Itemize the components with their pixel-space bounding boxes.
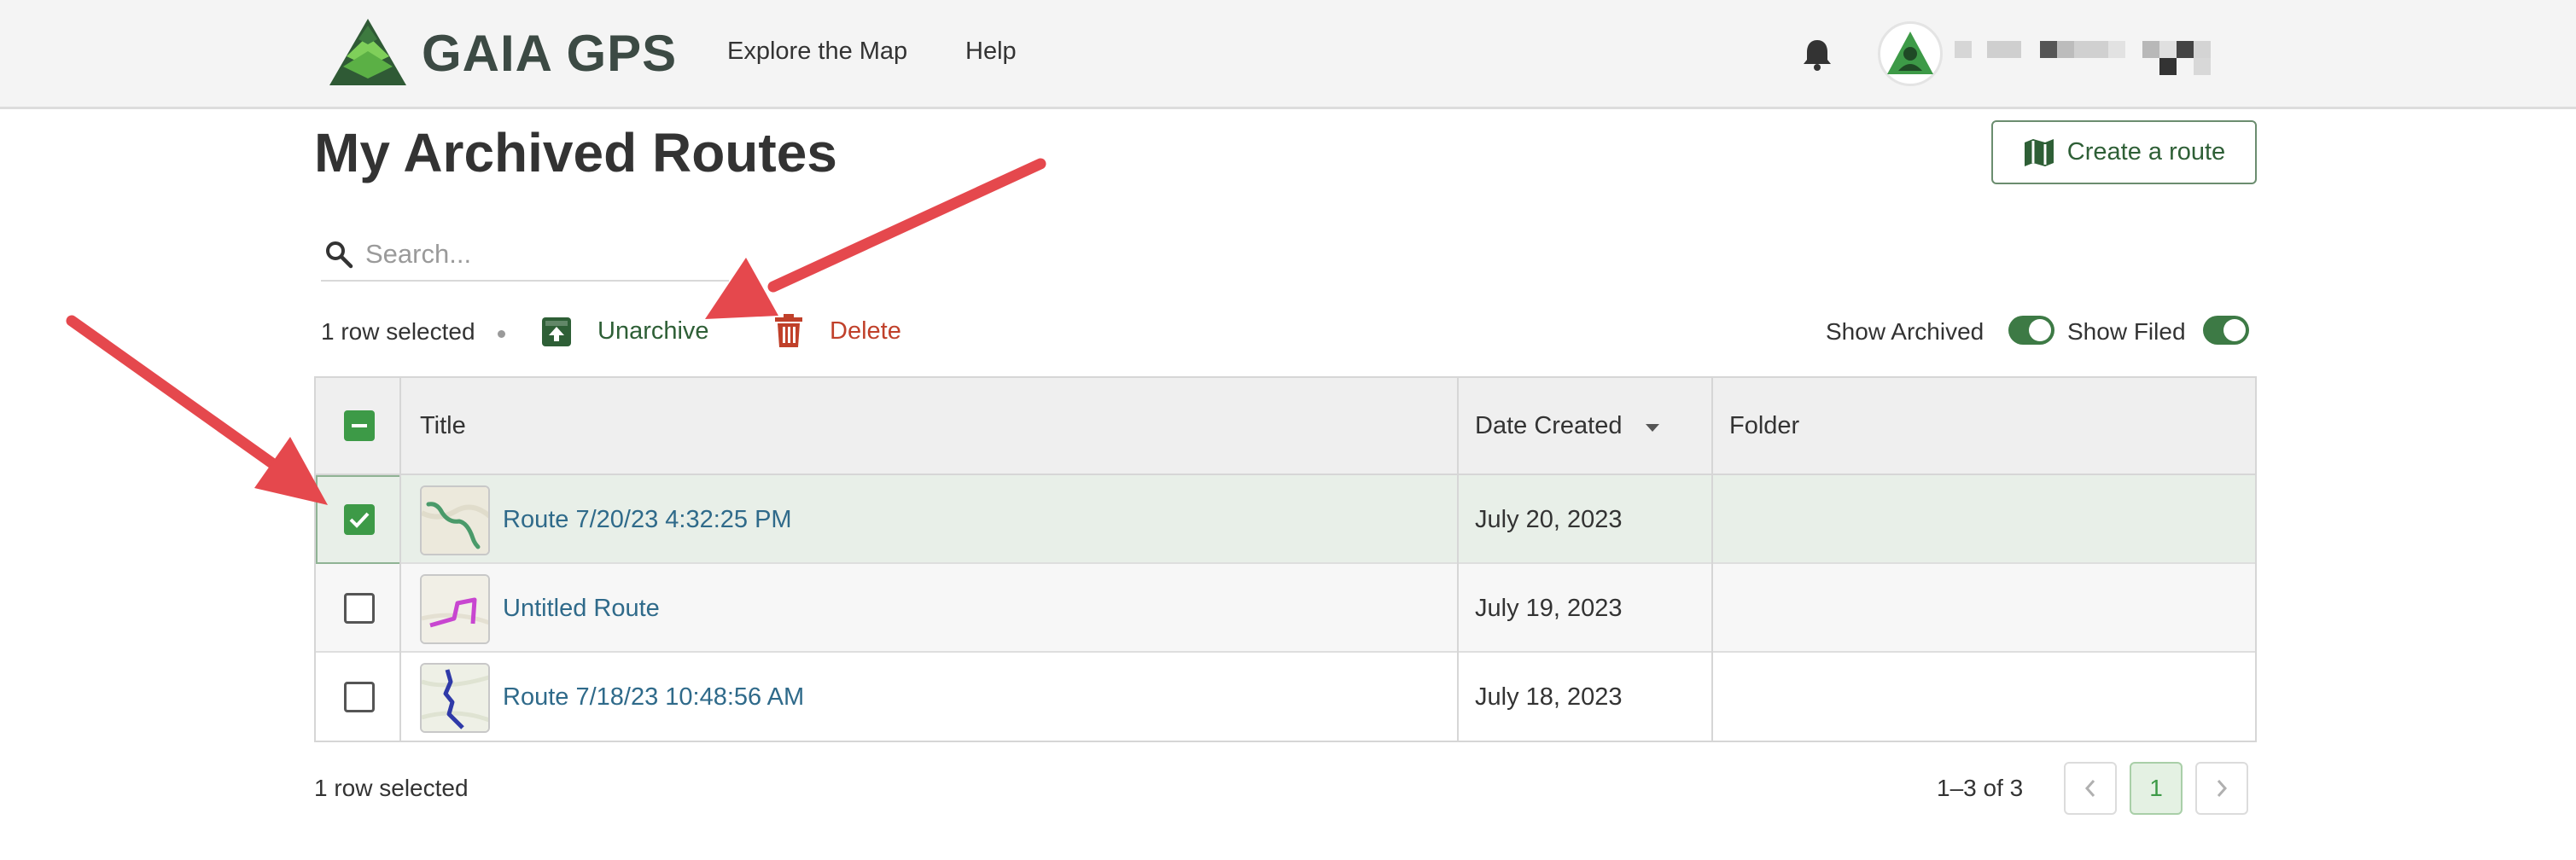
footer-selection-count: 1 row selected: [314, 775, 469, 801]
create-route-button[interactable]: Create a route: [1991, 120, 2257, 184]
column-header-folder[interactable]: Folder: [1729, 412, 1799, 440]
route-title-link[interactable]: Route 7/18/23 10:48:56 AM: [503, 683, 804, 712]
arrow-to-checkbox: [66, 315, 328, 505]
user-avatar-icon: [1887, 32, 1933, 74]
next-page-button[interactable]: [2195, 762, 2248, 815]
chevron-right-icon: [2217, 780, 2228, 797]
top-navigation-bar: GAIA GPS Explore the Map Help: [0, 0, 2576, 109]
table-row[interactable]: Route 7/20/23 4:32:25 PM July 20, 2023: [316, 475, 2255, 564]
date-created-cell: July 20, 2023: [1475, 506, 1623, 533]
date-created-cell: July 18, 2023: [1475, 683, 1623, 711]
show-archived-label: Show Archived: [1826, 318, 1984, 345]
row-checkbox[interactable]: [344, 682, 375, 712]
delete-label: Delete: [830, 317, 901, 345]
brand-name: GAIA GPS: [422, 24, 678, 82]
row-checkbox[interactable]: [344, 504, 375, 535]
page-1-button[interactable]: 1: [2130, 762, 2183, 815]
route-title-link[interactable]: Route 7/20/23 4:32:25 PM: [503, 506, 792, 534]
nav-help[interactable]: Help: [965, 38, 1017, 66]
arrow-to-unarchive: [705, 158, 1046, 319]
table-header: Title Date Created Folder: [316, 378, 2255, 475]
show-archived-toggle[interactable]: [2008, 316, 2054, 345]
route-thumbnail: [420, 574, 490, 644]
search-icon: [326, 241, 353, 269]
nav-explore-map[interactable]: Explore the Map: [727, 38, 907, 66]
unarchive-box-icon: [542, 317, 571, 346]
select-all-checkbox[interactable]: [344, 410, 375, 441]
bell-icon[interactable]: [1801, 38, 1833, 72]
row-checkbox[interactable]: [344, 593, 375, 624]
separator-dot: [498, 330, 505, 338]
search-input[interactable]: [365, 239, 707, 270]
routes-table: Title Date Created Folder Route 7/20/23 …: [314, 376, 2257, 742]
create-route-label: Create a route: [2066, 138, 2226, 166]
map-icon: [2024, 138, 2054, 166]
column-header-date-created[interactable]: Date Created: [1475, 412, 1623, 440]
previous-page-button[interactable]: [2064, 762, 2117, 815]
date-created-cell: July 19, 2023: [1475, 595, 1623, 622]
delete-button[interactable]: Delete: [773, 314, 901, 348]
table-row[interactable]: Untitled Route July 19, 2023: [316, 564, 2255, 653]
show-filed-label: Show Filed: [2067, 318, 2186, 345]
unarchive-button[interactable]: Unarchive: [539, 314, 709, 348]
selection-count: 1 row selected: [321, 318, 475, 345]
route-thumbnail: [420, 663, 490, 733]
page-title: My Archived Routes: [314, 122, 837, 183]
search-box: [321, 229, 729, 282]
unarchive-label: Unarchive: [597, 317, 709, 345]
gaia-mountain-logo-icon: [329, 19, 406, 85]
brand-logo[interactable]: GAIA GPS: [328, 17, 677, 89]
sort-desc-icon[interactable]: [1646, 424, 1659, 433]
show-filed-toggle[interactable]: [2203, 316, 2249, 345]
chevron-left-icon: [2084, 780, 2095, 797]
trash-icon: [775, 314, 802, 347]
user-avatar[interactable]: [1878, 21, 1943, 86]
pagination-range: 1–3 of 3: [1937, 775, 2024, 801]
table-row[interactable]: Route 7/18/23 10:48:56 AM July 18, 2023: [316, 653, 2255, 741]
route-thumbnail: [420, 485, 490, 555]
route-title-link[interactable]: Untitled Route: [503, 595, 660, 623]
column-header-title[interactable]: Title: [420, 412, 466, 440]
